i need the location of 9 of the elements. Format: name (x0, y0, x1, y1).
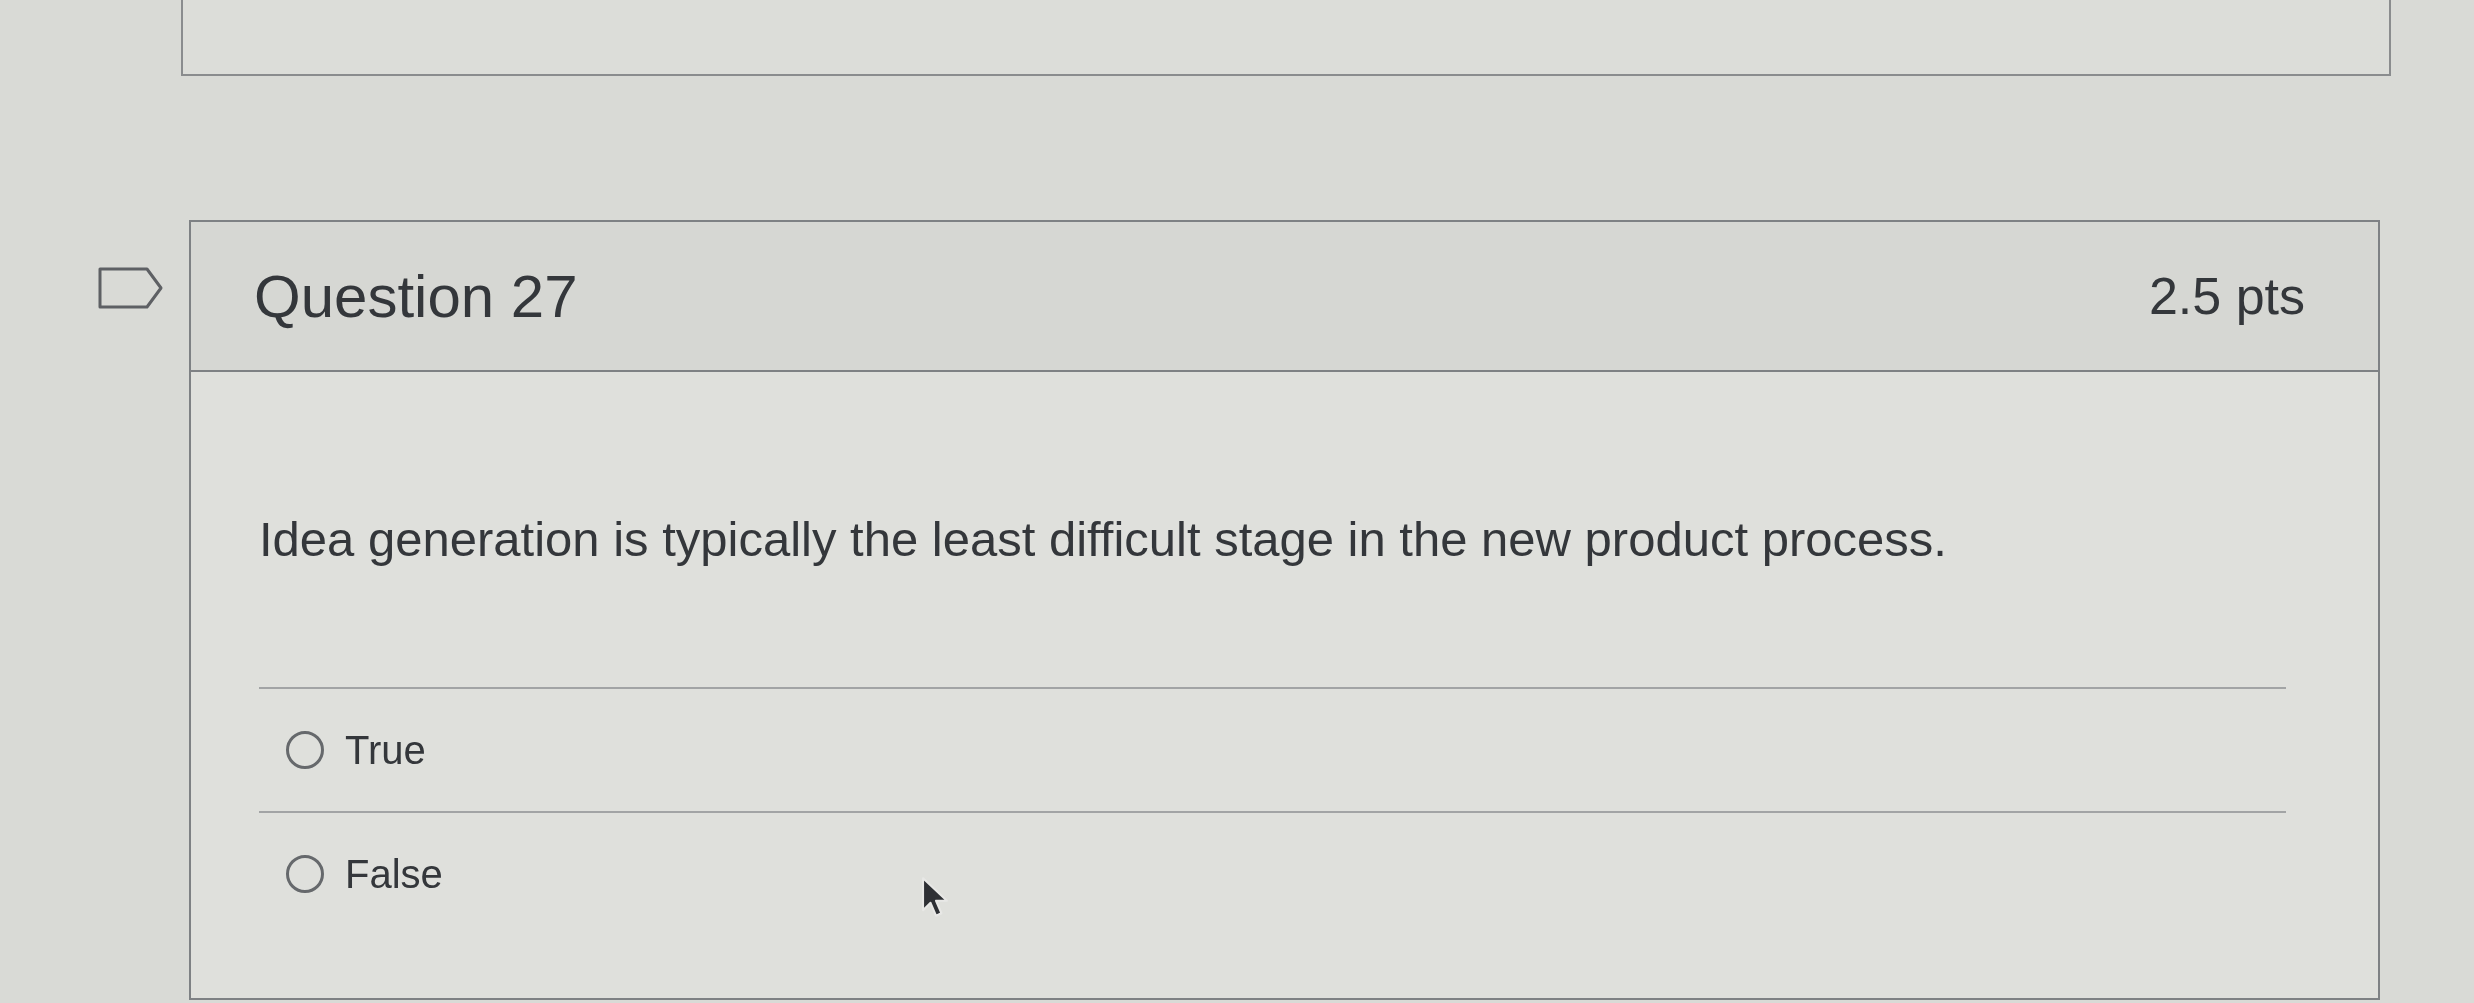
answer-label[interactable]: False (345, 851, 443, 897)
question-text: Idea generation is typically the least difficult stage in the new product process. (259, 511, 1948, 568)
answer-label[interactable]: True (345, 727, 426, 773)
question-title: Question 27 (254, 261, 578, 331)
radio-button[interactable] (286, 731, 324, 769)
flag-icon[interactable] (98, 267, 164, 309)
mouse-pointer-icon (921, 876, 951, 920)
question-points: 2.5 pts (2148, 266, 2305, 326)
radio-button[interactable] (286, 855, 324, 893)
